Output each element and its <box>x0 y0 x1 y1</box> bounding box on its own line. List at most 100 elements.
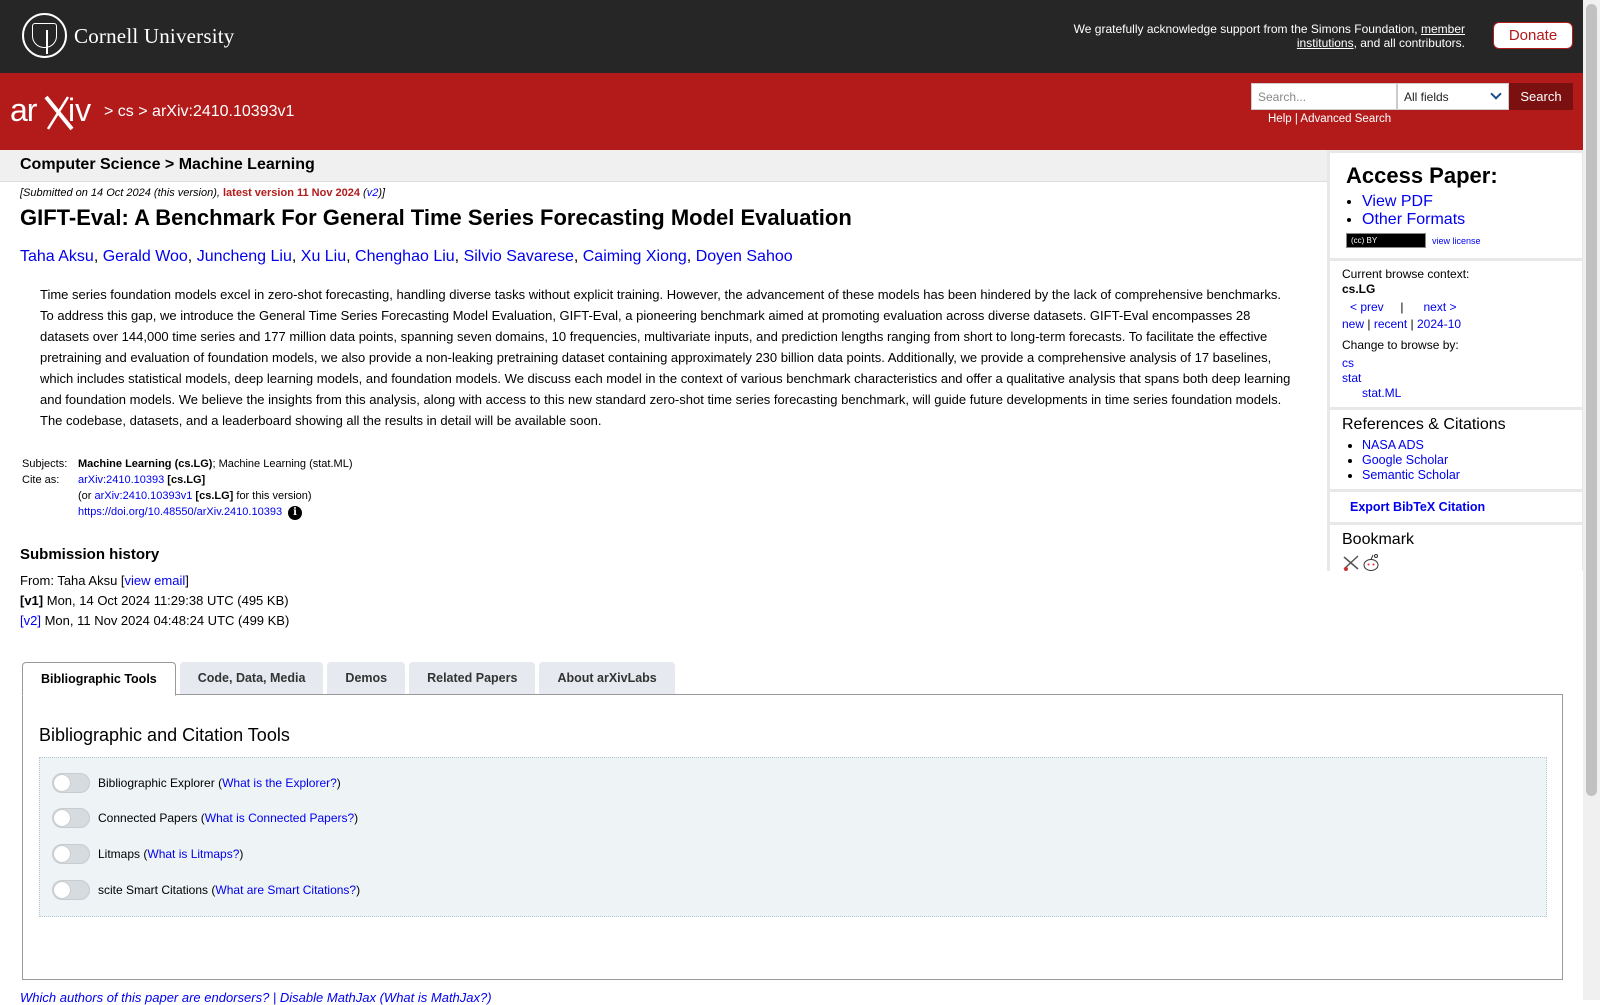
version-v2-link[interactable]: v2 <box>367 187 379 199</box>
latest-version: latest version 11 Nov 2024 <box>223 187 360 199</box>
google-scholar-link[interactable]: Google Scholar <box>1362 453 1448 467</box>
author-list: Taha Aksu, Gerald Woo, Juncheng Liu, Xu … <box>20 248 793 265</box>
tab-bibliographic-tools[interactable]: Bibliographic Tools <box>22 662 176 696</box>
submission-history: From: Taha Aksu [view email] [v1] Mon, 1… <box>20 573 290 628</box>
view-license-link[interactable]: view license <box>1432 236 1481 246</box>
version-v1-label: [v1] <box>20 593 44 608</box>
bibsonomy-icon[interactable] <box>1343 555 1359 571</box>
labs-tabs: Bibliographic Tools Code, Data, Media De… <box>22 662 679 696</box>
breadcrumb-paper-id: arXiv:2410.10393v1 <box>152 103 295 120</box>
author-link[interactable]: Doyen Sahoo <box>696 248 793 265</box>
metadata-table: Subjects: Machine Learning (cs.LG); Mach… <box>22 458 353 520</box>
tool-row: Litmaps (What is Litmaps?) <box>52 844 243 864</box>
access-paper-title: Access Paper: <box>1346 163 1498 188</box>
paper-title: GIFT-Eval: A Benchmark For General Time … <box>20 205 852 230</box>
tools-box: Bibliographic Explorer (What is the Expl… <box>39 757 1547 917</box>
nasa-ads-link[interactable]: NASA ADS <box>1362 438 1424 452</box>
primary-subject: Machine Learning (cs.LG) <box>78 458 213 470</box>
tool-row: Bibliographic Explorer (What is the Expl… <box>52 773 341 793</box>
cornell-logo-text[interactable]: Cornell University <box>74 24 235 49</box>
subject-strip: Computer Science > Machine Learning <box>0 150 1327 182</box>
tool-row: Connected Papers (What is Connected Pape… <box>52 808 358 828</box>
page-scrollbar[interactable] <box>1583 0 1600 1000</box>
info-icon[interactable]: i <box>288 506 303 520</box>
search-input[interactable]: Search... <box>1251 83 1397 110</box>
browse-statml-link[interactable]: stat.ML <box>1362 386 1401 400</box>
submission-dateline: [Submitted on 14 Oct 2024 (this version)… <box>20 187 386 199</box>
author-link[interactable]: Juncheng Liu <box>197 248 292 265</box>
tab-related-papers[interactable]: Related Papers <box>409 662 536 694</box>
browse-context-block: Current browse context: cs.LG < prev | n… <box>1330 261 1582 407</box>
view-email-link[interactable]: view email <box>125 573 186 588</box>
tool-help-link[interactable]: What are Smart Citations? <box>215 883 356 897</box>
arxiv-logo-icon[interactable]: ar iv <box>10 91 102 131</box>
month-link[interactable]: 2024-10 <box>1417 317 1461 331</box>
chevron-down-icon <box>1490 88 1502 100</box>
tab-code-data-media[interactable]: Code, Data, Media <box>179 662 324 694</box>
bibliographic-explorer-toggle[interactable] <box>52 773 90 793</box>
advanced-search-link[interactable]: Advanced Search <box>1300 113 1391 125</box>
tab-panel: Bibliographic and Citation Tools Bibliog… <box>22 694 1563 980</box>
doi-link[interactable]: https://doi.org/10.48550/arXiv.2410.1039… <box>78 506 282 518</box>
reddit-icon[interactable] <box>1363 554 1379 571</box>
tab-about-arxivlabs[interactable]: About arXivLabs <box>539 662 675 694</box>
sidebar: Access Paper: View PDF Other Formats (cc… <box>1327 150 1585 584</box>
subjects-label: Subjects: <box>22 458 68 470</box>
footer-links[interactable]: Which authors of this paper are endorser… <box>20 990 492 1005</box>
export-bibtex-link[interactable]: Export BibTeX Citation <box>1334 500 1485 514</box>
help-links: Help | Advanced Search <box>1268 113 1392 125</box>
cite-version-link[interactable]: arXiv:2410.10393v1 <box>95 490 193 502</box>
license: (cc) BY view license <box>1346 233 1566 248</box>
tool-help-link[interactable]: What is Connected Papers? <box>205 811 354 825</box>
scite-toggle[interactable] <box>52 880 90 900</box>
svg-text:ar: ar <box>10 92 38 128</box>
breadcrumb-cs[interactable]: cs <box>118 103 134 120</box>
litmaps-toggle[interactable] <box>52 844 90 864</box>
semantic-scholar-link[interactable]: Semantic Scholar <box>1362 468 1460 482</box>
help-link[interactable]: Help <box>1268 113 1292 125</box>
cite-label: Cite as: <box>22 474 60 486</box>
search-button[interactable]: Search <box>1509 83 1573 110</box>
browse-context-value: cs.LG <box>1342 282 1376 296</box>
scrollbar-thumb[interactable] <box>1586 4 1597 796</box>
search-field-select[interactable]: All fields <box>1397 83 1509 110</box>
next-link[interactable]: next > <box>1424 300 1457 314</box>
cite-link[interactable]: arXiv:2410.10393 <box>78 474 164 486</box>
new-link[interactable]: new <box>1342 317 1364 331</box>
cornell-bar: Cornell University We gratefully acknowl… <box>0 0 1583 73</box>
submission-history-title: Submission history <box>20 546 160 563</box>
references-block: References & Citations NASA ADS Google S… <box>1330 410 1582 489</box>
svg-text:iv: iv <box>68 92 91 128</box>
browse-cs-link[interactable]: cs <box>1342 356 1354 370</box>
breadcrumb: > cs > arXiv:2410.10393v1 <box>104 103 295 120</box>
tool-help-link[interactable]: What is the Explorer? <box>222 776 337 790</box>
subject-heading: Computer Science > Machine Learning <box>20 156 315 173</box>
author-link[interactable]: Gerald Woo <box>103 248 188 265</box>
prev-link[interactable]: < prev <box>1350 300 1384 314</box>
donate-button[interactable]: Donate <box>1493 22 1573 49</box>
access-paper-block: Access Paper: View PDF Other Formats (cc… <box>1330 153 1582 258</box>
view-pdf-link[interactable]: View PDF <box>1362 193 1433 210</box>
bibtex-block: Export BibTeX Citation <box>1330 492 1582 522</box>
author-link[interactable]: Caiming Xiong <box>583 248 687 265</box>
browse-stat-link[interactable]: stat <box>1342 371 1361 385</box>
bookmark-title: Bookmark <box>1342 531 1415 548</box>
abstract: Time series foundation models excel in z… <box>40 287 1291 428</box>
connected-papers-toggle[interactable] <box>52 808 90 828</box>
cornell-seal-icon[interactable] <box>22 13 67 58</box>
bookmark-block: Bookmark <box>1330 525 1582 584</box>
version-v2-history-link[interactable]: [v2] <box>20 613 41 628</box>
tab-demos[interactable]: Demos <box>327 662 406 694</box>
arxiv-header: ar iv > cs > arXiv:2410.10393v1 Search..… <box>0 73 1583 150</box>
author-link[interactable]: Silvio Savarese <box>464 248 574 265</box>
recent-link[interactable]: recent <box>1374 317 1407 331</box>
tool-help-link[interactable]: What is Litmaps? <box>147 847 239 861</box>
references-title: References & Citations <box>1342 416 1506 433</box>
author-link[interactable]: Chenghao Liu <box>355 248 455 265</box>
other-formats-link[interactable]: Other Formats <box>1362 211 1465 228</box>
author-link[interactable]: Xu Liu <box>301 248 346 265</box>
cc-by-license-icon[interactable]: (cc) BY <box>1346 233 1426 248</box>
tool-row: scite Smart Citations (What are Smart Ci… <box>52 880 360 900</box>
panel-title: Bibliographic and Citation Tools <box>39 725 290 745</box>
author-link[interactable]: Taha Aksu <box>20 248 94 265</box>
